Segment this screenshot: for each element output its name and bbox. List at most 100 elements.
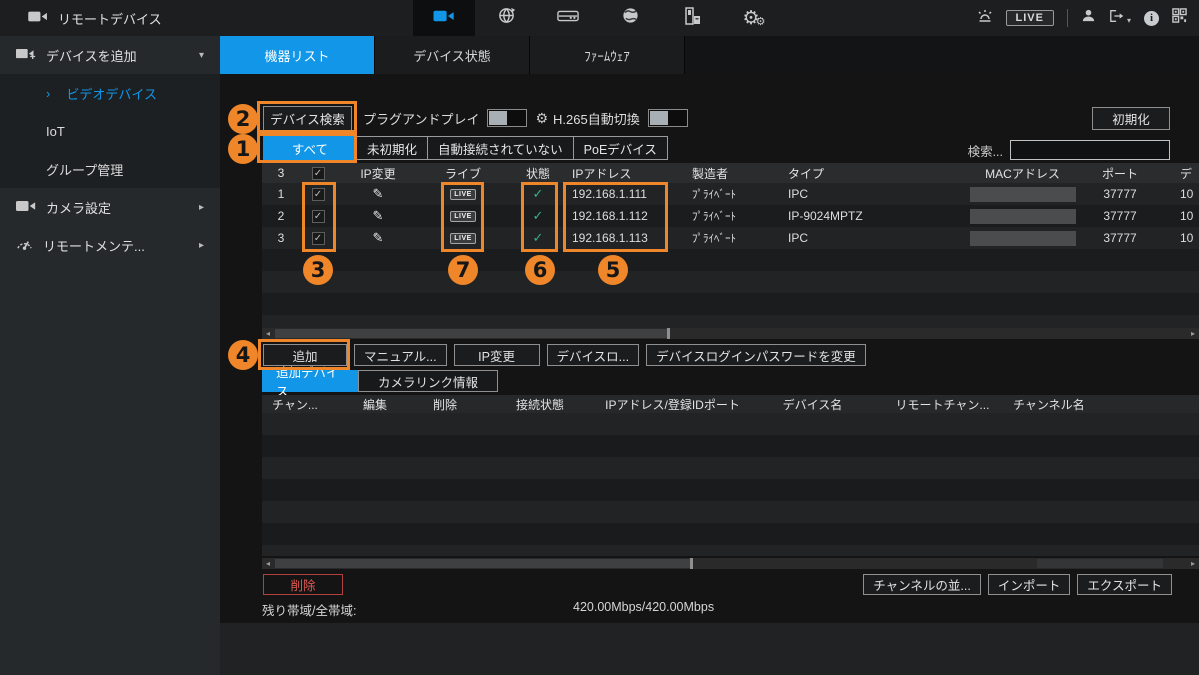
col-channel-name: チャンネル名	[1005, 396, 1199, 413]
col-status: 状態	[506, 165, 570, 182]
live-mode-badge[interactable]: LIVE	[1006, 10, 1054, 26]
port: 37777	[1085, 187, 1155, 201]
toggle-knob	[489, 111, 507, 125]
ip-change-button[interactable]: IP変更	[454, 344, 540, 366]
initialize-button[interactable]: 初期化	[1092, 107, 1170, 130]
added-table-header: チャン... 編集 削除 接続状態 IPアドレス/登録IDポート デバイス名 リ…	[262, 395, 1199, 413]
qr-code-icon[interactable]	[1172, 8, 1187, 28]
live-preview-button[interactable]: LIVE	[450, 233, 476, 244]
channel-sort-button[interactable]: チャンネルの並...	[863, 574, 981, 595]
row-checkbox[interactable]: ✓	[312, 188, 325, 201]
table-row[interactable]: 2 ✓ ✎ LIVE ✓ 192.168.1.112 ﾌﾟﾗｲﾍﾞｰﾄ IP-9…	[262, 205, 1199, 227]
nav-ai[interactable]	[599, 0, 661, 36]
main-nav: ⚙⚙	[413, 0, 785, 36]
edit-pencil-icon[interactable]: ✎	[373, 208, 384, 223]
nav-network[interactable]	[475, 0, 537, 36]
nav-settings[interactable]: ⚙⚙	[723, 0, 785, 36]
network-globe-icon	[497, 6, 516, 30]
scroll-left-icon[interactable]: ◂	[262, 558, 274, 569]
h265-label: H.265自動切換	[553, 109, 640, 128]
scrollbar-thumb[interactable]	[275, 559, 690, 568]
tab-device-status[interactable]: デバイス状態	[375, 36, 530, 74]
tab-firmware[interactable]: ﾌｧｰﾑｳｪｱ	[530, 36, 685, 74]
content-panel: デバイス検索 プラグアンドプレイ ⚙ H.265自動切換 初期化 すべて 未初期…	[220, 74, 1199, 623]
live-preview-button[interactable]: LIVE	[450, 189, 476, 200]
change-password-button[interactable]: デバイスログインパスワードを変更	[646, 344, 866, 366]
info-icon[interactable]: i	[1144, 11, 1159, 26]
search-input[interactable]	[1010, 140, 1170, 160]
col-device-name: デバイス名	[745, 396, 880, 413]
device-log-button[interactable]: デバイスロ...	[547, 344, 640, 366]
row-number: 1	[262, 187, 300, 201]
subtab-added-devices[interactable]: 追加デバイス	[262, 370, 358, 392]
delete-button[interactable]: 削除	[263, 574, 343, 595]
row-number: 2	[262, 209, 300, 223]
scroll-left-icon[interactable]: ◂	[262, 328, 274, 339]
camera-icon	[433, 9, 455, 28]
sidebar-item-remote-maintenance[interactable]: リモートメンテ... ▸	[0, 226, 220, 264]
camera-icon	[16, 199, 36, 216]
device-type: IP-9024MPTZ	[780, 209, 960, 223]
select-all-checkbox[interactable]: ✓	[312, 167, 325, 180]
maker: ﾌﾟﾗｲﾍﾞｰﾄ	[680, 186, 780, 202]
edit-pencil-icon[interactable]: ✎	[373, 186, 384, 201]
scroll-right-icon[interactable]: ▸	[1187, 558, 1199, 569]
device-search-button[interactable]: デバイス検索	[263, 106, 352, 131]
action-button-row: 追加 マニュアル... IP変更 デバイスロ... デバイスログインパスワードを…	[263, 344, 866, 366]
scrollbar-segment	[1037, 559, 1163, 568]
sidebar-item-camera-settings[interactable]: カメラ設定 ▸	[0, 188, 220, 226]
logout-icon[interactable]: ▾	[1109, 9, 1131, 28]
filter-uninitialized[interactable]: 未初期化	[356, 136, 428, 160]
sidebar-submenu: › ビデオデバイス IoT グループ管理	[0, 74, 220, 188]
sidebar-item-label: リモートメンテ...	[43, 236, 145, 255]
table-row[interactable]: 1 ✓ ✎ LIVE ✓ 192.168.1.111 ﾌﾟﾗｲﾍﾞｰﾄ IPC …	[262, 183, 1199, 205]
page-title: リモートデバイス	[58, 9, 162, 28]
tab-device-list[interactable]: 機器リスト	[220, 36, 375, 74]
bandwidth-value: 420.00Mbps/420.00Mbps	[573, 600, 714, 614]
col-port: ポート	[1085, 165, 1155, 182]
nav-system[interactable]	[661, 0, 723, 36]
subtab-camera-link-info[interactable]: カメラリンク情報	[358, 370, 498, 392]
sidebar-item-label: ビデオデバイス	[66, 84, 157, 103]
settings-gears-icon: ⚙⚙	[743, 9, 766, 28]
filter-poe-device[interactable]: PoEデバイス	[573, 136, 668, 160]
tabbar: 機器リスト デバイス状態 ﾌｧｰﾑｳｪｱ	[220, 36, 1199, 74]
sidebar-item-label: カメラ設定	[46, 198, 111, 217]
horizontal-scrollbar[interactable]: ◂ ▸	[262, 558, 1199, 569]
nav-remote-device[interactable]	[413, 0, 475, 36]
sidebar-item-group-management[interactable]: グループ管理	[0, 150, 220, 188]
caret-down-icon: ▾	[1127, 16, 1131, 25]
horizontal-scrollbar[interactable]: ◂ ▸	[262, 328, 1199, 339]
scrollbar-thumb[interactable]	[275, 329, 667, 338]
row-checkbox[interactable]: ✓	[312, 232, 325, 245]
annotation-circle-4: 4	[228, 340, 258, 370]
nav-storage[interactable]	[537, 0, 599, 36]
col-connection-status: 接続状態	[480, 396, 600, 413]
user-icon[interactable]	[1081, 8, 1096, 28]
export-button[interactable]: エクスポート	[1077, 574, 1172, 595]
h265-toggle[interactable]	[648, 109, 688, 127]
row-number: 3	[262, 231, 300, 245]
camera-icon	[28, 10, 48, 26]
scrollbar-mark	[690, 558, 693, 569]
filter-not-auto-connected[interactable]: 自動接続されていない	[427, 136, 574, 160]
live-preview-button[interactable]: LIVE	[450, 211, 476, 222]
topbar: リモートデバイス	[0, 0, 1199, 36]
table-row[interactable]: 3 ✓ ✎ LIVE ✓ 192.168.1.113 ﾌﾟﾗｲﾍﾞｰﾄ IPC …	[262, 227, 1199, 249]
plug-and-play-toggle[interactable]	[487, 109, 527, 127]
manual-add-button[interactable]: マニュアル...	[354, 344, 447, 366]
sidebar-item-iot[interactable]: IoT	[0, 112, 220, 150]
bottom-strip	[220, 623, 1199, 675]
alarm-icon[interactable]	[977, 8, 993, 29]
annotation-circle-3: 3	[303, 255, 333, 285]
filter-all[interactable]: すべて	[263, 136, 357, 160]
edit-pencil-icon[interactable]: ✎	[373, 230, 384, 245]
earth-icon	[621, 6, 640, 30]
sidebar-item-video-device[interactable]: › ビデオデバイス	[0, 74, 220, 112]
device-table-header: 3 ✓ IP変更 ライブ 状態 IPアドレス 製造者 タイプ MACアドレス ポ…	[262, 163, 1199, 183]
sidebar-item-add-device[interactable]: デバイスを追加 ▾	[0, 36, 220, 74]
import-button[interactable]: インポート	[988, 574, 1071, 595]
scroll-right-icon[interactable]: ▸	[1187, 328, 1199, 339]
row-checkbox[interactable]: ✓	[312, 210, 325, 223]
device-type: IPC	[780, 187, 960, 201]
